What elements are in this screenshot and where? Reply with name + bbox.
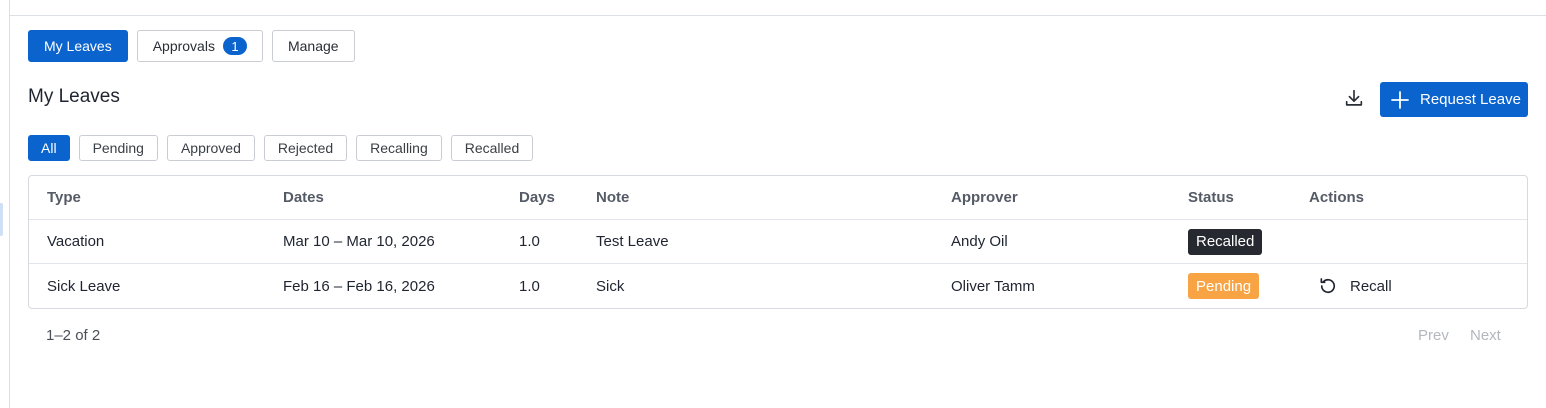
tab-manage[interactable]: Manage <box>271 30 355 62</box>
cell-note: Test Leave <box>596 233 669 250</box>
leaves-table: Type Dates Days Note Approver Status Act… <box>28 175 1528 309</box>
filter-approved[interactable]: Approved <box>166 135 255 161</box>
filter-recalled[interactable]: Recalled <box>450 135 534 161</box>
page-title: My Leaves <box>28 86 120 107</box>
tab-my-leaves[interactable]: My Leaves <box>28 30 128 62</box>
download-button[interactable] <box>1340 86 1368 114</box>
cell-status: Recalled <box>1188 220 1263 263</box>
cell-days: 1.0 <box>519 233 540 250</box>
filter-rejected[interactable]: Rejected <box>263 135 348 161</box>
cell-actions: Recall <box>1309 264 1392 308</box>
download-icon <box>1343 87 1365 114</box>
request-leave-label: Request Leave <box>1420 91 1521 108</box>
column-header-note: Note <box>596 189 630 206</box>
filter-recalling[interactable]: Recalling <box>356 135 442 161</box>
undo-icon <box>1317 275 1339 297</box>
sidebar-active-indicator <box>0 203 3 236</box>
next-page-button[interactable]: Next <box>1470 327 1501 344</box>
cell-dates: Feb 16 – Feb 16, 2026 <box>283 277 435 295</box>
prev-page-button[interactable]: Prev <box>1418 327 1449 344</box>
status-badge: Recalled <box>1188 228 1263 255</box>
cell-note: Sick <box>596 277 625 295</box>
filter-pending[interactable]: Pending <box>78 135 158 161</box>
pagination-range: 1–2 of 2 <box>46 327 101 344</box>
status-badge: Pending <box>1188 273 1260 299</box>
filter-all[interactable]: All <box>28 135 70 161</box>
cell-type: Sick Leave <box>47 277 121 295</box>
cell-status: Pending <box>1188 264 1260 308</box>
tab-label: Approvals <box>152 38 215 54</box>
column-header-status: Status <box>1188 189 1234 206</box>
cell-type: Vacation <box>47 233 105 250</box>
column-header-days: Days <box>519 189 555 206</box>
plus-icon <box>1390 90 1410 110</box>
top-tabs: My Leaves Approvals 1 Manage <box>28 30 355 62</box>
cell-days: 1.0 <box>519 277 540 295</box>
table-row: Sick Leave Feb 16 – Feb 16, 2026 1.0 Sic… <box>29 264 1527 308</box>
column-header-approver: Approver <box>951 189 1018 206</box>
column-header-type: Type <box>47 189 81 206</box>
approvals-count-badge: 1 <box>222 37 247 55</box>
recall-label: Recall <box>1350 277 1392 295</box>
column-header-dates: Dates <box>283 189 324 206</box>
recall-button[interactable]: Recall <box>1309 275 1392 297</box>
table-row: Vacation Mar 10 – Mar 10, 2026 1.0 Test … <box>29 220 1527 264</box>
tab-label: My Leaves <box>44 38 112 54</box>
cell-dates: Mar 10 – Mar 10, 2026 <box>283 233 435 250</box>
cell-approver: Andy Oil <box>951 233 1008 250</box>
tab-label: Manage <box>287 38 339 54</box>
cell-approver: Oliver Tamm <box>951 277 1035 295</box>
tab-approvals[interactable]: Approvals 1 <box>136 30 263 62</box>
sidebar-divider <box>9 0 10 408</box>
request-leave-button[interactable]: Request Leave <box>1380 82 1528 117</box>
header-divider <box>10 15 1546 16</box>
status-filters: All Pending Approved Rejected Recalling … <box>28 135 534 161</box>
column-header-actions: Actions <box>1309 189 1365 206</box>
table-header-row: Type Dates Days Note Approver Status Act… <box>29 176 1527 220</box>
app-frame: My Leaves Approvals 1 Manage My Leaves R <box>0 0 1546 408</box>
